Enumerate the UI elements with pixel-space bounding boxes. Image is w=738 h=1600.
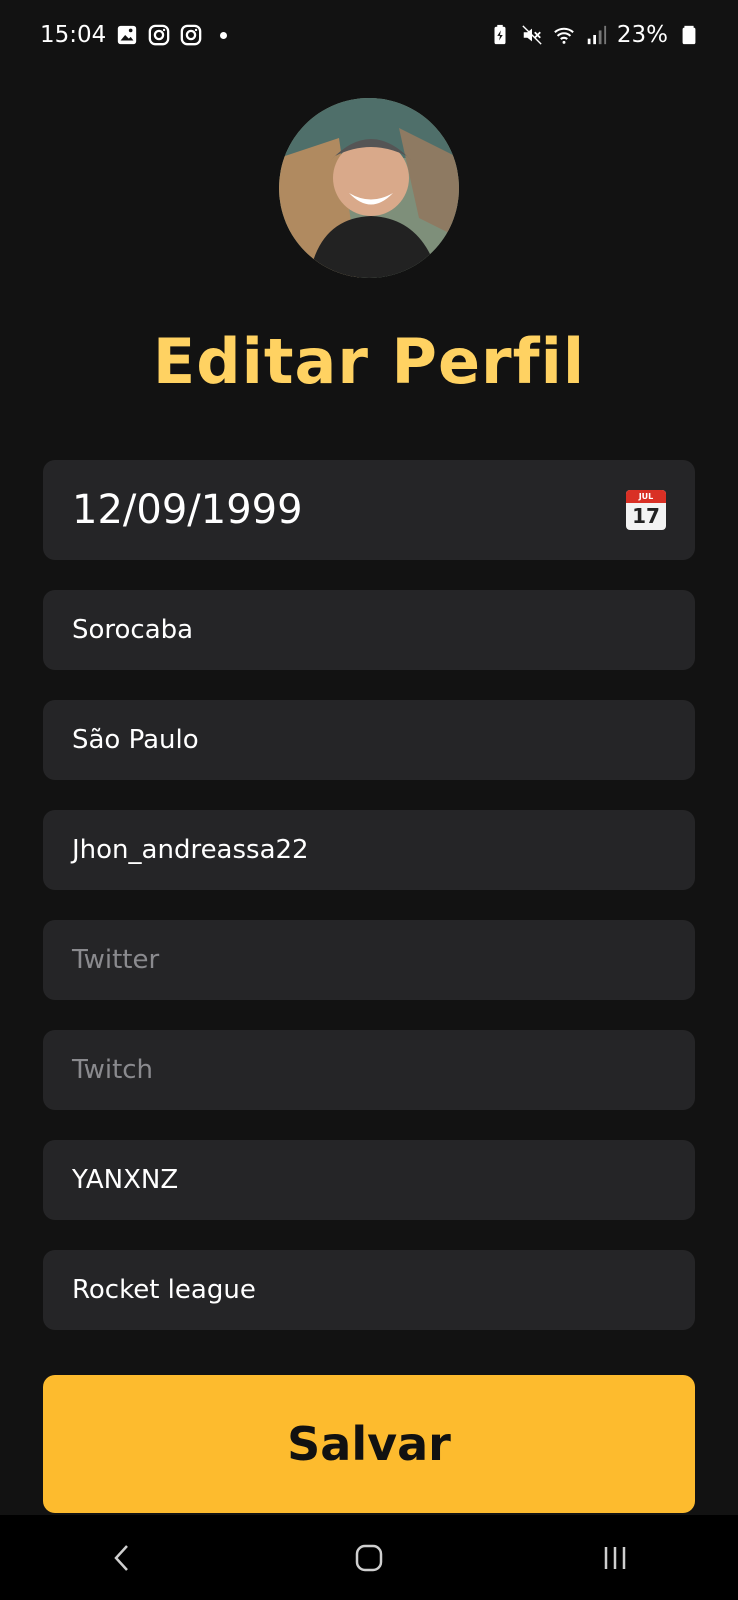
state-value: São Paulo <box>72 725 199 755</box>
instagram-field[interactable]: Jhon_andreassa22 <box>43 810 695 890</box>
avatar-photo <box>279 98 459 278</box>
wifi-icon <box>553 24 575 46</box>
instagram-icon <box>148 24 170 46</box>
home-button[interactable] <box>339 1528 399 1588</box>
mute-icon <box>521 24 543 46</box>
twitch-placeholder: Twitch <box>72 1055 154 1085</box>
birth-date-value: 12/09/1999 <box>72 487 303 533</box>
nickname-value: YANXNZ <box>72 1165 179 1195</box>
status-time: 15:04 <box>40 22 107 48</box>
status-left: 15:04 <box>40 22 228 48</box>
save-button[interactable]: Salvar <box>43 1375 695 1513</box>
favorite-game-field[interactable]: Rocket league <box>43 1250 695 1330</box>
twitter-field[interactable]: Twitter <box>43 920 695 1000</box>
state-field[interactable]: São Paulo <box>43 700 695 780</box>
page-title: Editar Perfil <box>152 325 586 398</box>
battery-icon <box>678 24 700 46</box>
calendar-day: 17 <box>632 504 660 528</box>
nickname-field[interactable]: YANXNZ <box>43 1140 695 1220</box>
home-icon <box>355 1544 383 1571</box>
signal-icon <box>585 24 607 46</box>
gallery-icon <box>116 24 138 46</box>
birth-date-field[interactable]: 12/09/1999 JUL 17 <box>43 460 695 560</box>
notification-dot-icon <box>220 31 228 39</box>
twitter-placeholder: Twitter <box>72 945 160 975</box>
city-value: Sorocaba <box>72 615 194 645</box>
back-button[interactable] <box>93 1528 153 1588</box>
status-bar: 15:04 23% <box>0 0 738 70</box>
city-field[interactable]: Sorocaba <box>43 590 695 670</box>
battery-percent: 23% <box>616 22 668 48</box>
instagram-icon <box>180 24 202 46</box>
twitch-field[interactable]: Twitch <box>43 1030 695 1110</box>
system-nav-bar <box>0 1515 738 1600</box>
recents-button[interactable] <box>585 1528 645 1588</box>
battery-saver-icon <box>489 24 511 46</box>
instagram-value: Jhon_andreassa22 <box>72 835 309 865</box>
recents-icon <box>604 1546 626 1569</box>
calendar-icon[interactable]: JUL 17 <box>626 490 666 530</box>
calendar-month: JUL <box>626 490 666 503</box>
back-icon <box>114 1544 128 1571</box>
profile-avatar[interactable] <box>279 98 459 278</box>
favorite-game-value: Rocket league <box>72 1275 256 1305</box>
status-right: 23% <box>489 22 700 48</box>
